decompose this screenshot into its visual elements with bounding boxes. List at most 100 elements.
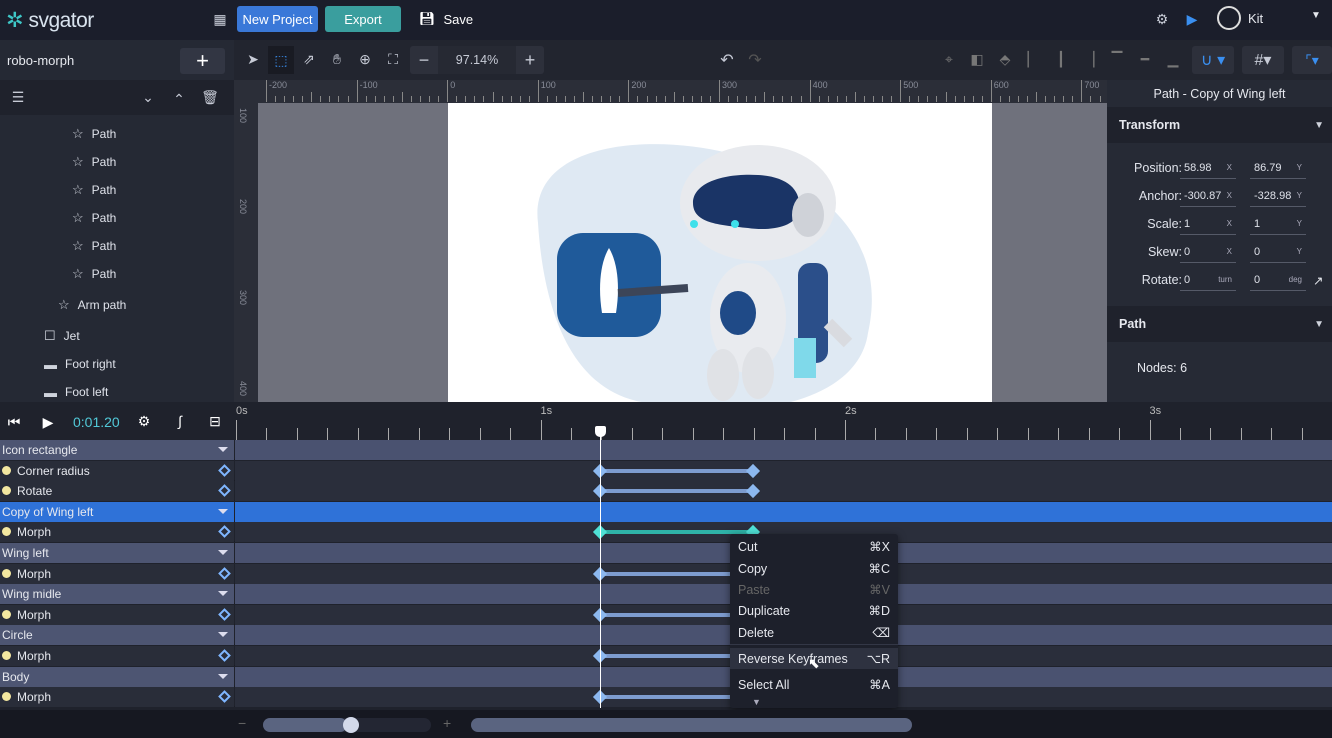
zoom-area-icon[interactable]: ⊕: [356, 51, 374, 68]
property-y-input[interactable]: -328.98 Y: [1250, 187, 1306, 207]
expand-caret-icon[interactable]: [218, 632, 228, 638]
align-top-icon[interactable]: ▔: [1110, 51, 1124, 68]
keyframe-transition-bar[interactable]: [600, 530, 753, 535]
expand-caret-icon[interactable]: [218, 550, 228, 555]
light-bulb-icon[interactable]: [2, 609, 11, 619]
light-bulb-icon[interactable]: [2, 692, 11, 702]
current-time[interactable]: 0:01.20: [73, 414, 120, 430]
timeline-zoom-slider[interactable]: [263, 717, 431, 733]
horizontal-scrollbar[interactable]: [471, 718, 912, 732]
skip-to-start-icon[interactable]: ⏮: [6, 414, 22, 431]
delete-trash-icon[interactable]: 🗑︎: [201, 89, 219, 106]
layer-item[interactable]: ☆ Path: [72, 176, 116, 204]
expand-up-icon[interactable]: ⌃: [171, 91, 187, 108]
timeline-property-row[interactable]: Morph: [0, 563, 1332, 584]
expand-caret-icon[interactable]: [218, 508, 228, 514]
layer-item[interactable]: ▬ Foot right: [44, 350, 116, 378]
slider-handle[interactable]: [342, 717, 359, 733]
node-select-icon[interactable]: ⬚: [268, 46, 294, 74]
align-vcenter-icon[interactable]: ━: [1138, 51, 1152, 68]
collapse-down-icon[interactable]: ⌄: [140, 89, 156, 106]
grid-icon[interactable]: #▾: [1242, 46, 1284, 74]
timeline-property-row[interactable]: Morph: [0, 604, 1332, 625]
settings-gear-icon[interactable]: ⚙: [1152, 9, 1172, 29]
preview-play-icon[interactable]: ▶: [1182, 9, 1202, 29]
layer-item[interactable]: ▬ Foot left: [44, 378, 108, 402]
align-bottom-icon[interactable]: ▁: [1166, 51, 1180, 68]
property-y-input[interactable]: 1Y: [1250, 215, 1306, 235]
menu-item-select-all[interactable]: Select All ⌘A: [730, 674, 898, 695]
save-button[interactable]: 💾︎ Save: [418, 6, 474, 32]
add-keyframe-diamond-icon[interactable]: [218, 463, 231, 477]
light-bulb-icon[interactable]: [2, 527, 11, 537]
property-x-input[interactable]: 1X: [1180, 215, 1236, 235]
property-x-input[interactable]: 58.98 X: [1180, 159, 1236, 179]
keyframe-transition-bar[interactable]: [600, 489, 753, 494]
select-arrow-icon[interactable]: ➤: [244, 51, 262, 68]
timeline-property-row[interactable]: Morph: [0, 687, 1332, 708]
timeline-group-row[interactable]: Icon rectangle: [0, 440, 1332, 460]
user-avatar[interactable]: [1217, 6, 1241, 30]
timeline-group-row[interactable]: Body: [0, 666, 1332, 687]
timeline-zoom-in-button[interactable]: +: [443, 715, 451, 731]
expand-caret-icon[interactable]: [218, 447, 228, 452]
timeline-property-row[interactable]: Morph: [0, 522, 1332, 543]
sort-layers-icon[interactable]: ☰: [10, 89, 26, 106]
timeline-zoom-out-button[interactable]: −: [238, 715, 246, 731]
hand-pan-icon[interactable]: ✋︎: [328, 51, 346, 68]
align-hcenter-icon[interactable]: ┃: [1054, 51, 1068, 68]
light-bulb-icon[interactable]: [2, 486, 11, 496]
layer-item[interactable]: ☆ Path: [72, 260, 116, 288]
zoom-in-button[interactable]: +: [516, 46, 544, 74]
menu-item-delete[interactable]: Delete ⌫: [730, 622, 898, 643]
keyframe-transition-bar[interactable]: [600, 468, 753, 473]
expand-caret-icon[interactable]: [218, 591, 228, 597]
playhead[interactable]: [595, 426, 607, 708]
time-ruler[interactable]: 0s 1s 2s 3s: [235, 402, 1332, 440]
property-y-input[interactable]: 0 deg: [1250, 271, 1306, 291]
transform-section-header[interactable]: Transform ▼: [1107, 107, 1332, 143]
timeline-group-row[interactable]: Copy of Wing left: [0, 501, 1332, 522]
export-button[interactable]: Export: [325, 6, 401, 32]
track[interactable]: [235, 460, 1332, 481]
menu-scroll-down-icon[interactable]: ▼: [752, 697, 761, 707]
canvas-area[interactable]: [258, 103, 1107, 402]
easing-curve-icon[interactable]: ∫: [172, 413, 188, 429]
layer-item[interactable]: ☆ Path: [72, 123, 116, 148]
light-bulb-icon[interactable]: [2, 568, 11, 578]
light-bulb-icon[interactable]: [2, 465, 11, 475]
zoom-level[interactable]: 97.14%: [438, 46, 516, 74]
add-keyframe-diamond-icon[interactable]: [218, 649, 231, 662]
user-menu-caret-icon[interactable]: ▼: [1311, 10, 1321, 21]
fit-screen-icon[interactable]: ⛶: [384, 51, 402, 68]
align-center-target-icon[interactable]: ⌖: [940, 51, 958, 68]
flip-vertical-icon[interactable]: ⬘: [996, 51, 1014, 68]
layer-item[interactable]: ☐ Jet: [44, 322, 80, 350]
path-section-header[interactable]: Path ▼: [1107, 306, 1332, 342]
play-icon[interactable]: ▶: [40, 414, 56, 431]
property-y-input[interactable]: 0Y: [1250, 243, 1306, 263]
artboard[interactable]: [448, 103, 992, 402]
zoom-out-button[interactable]: −: [410, 46, 438, 74]
layer-item[interactable]: ☆ Path: [72, 232, 116, 260]
apps-grid-icon[interactable]: ▦: [210, 10, 230, 28]
keyframe[interactable]: [745, 484, 760, 499]
motion-path-icon[interactable]: ↗: [1313, 273, 1323, 288]
timeline-property-row[interactable]: Morph: [0, 646, 1332, 666]
property-x-input[interactable]: 0X: [1180, 243, 1236, 263]
timeline-property-row[interactable]: Rotate: [0, 481, 1332, 502]
layer-item[interactable]: ☆ Arm path: [58, 291, 126, 319]
timeline-group-row[interactable]: Circle: [0, 625, 1332, 646]
collapse-caret-icon[interactable]: ▼: [1314, 120, 1324, 131]
property-x-input[interactable]: 0 turn: [1180, 271, 1236, 291]
layer-item[interactable]: ☆ Path: [72, 204, 116, 232]
flip-horizontal-icon[interactable]: ◧: [968, 51, 986, 68]
menu-item-cut[interactable]: Cut ⌘X: [730, 536, 898, 557]
undo-icon[interactable]: ↶: [718, 50, 736, 70]
align-right-icon[interactable]: ▕: [1082, 51, 1096, 68]
snap-magnet-icon[interactable]: ∪ ▾: [1192, 46, 1234, 74]
align-left-icon[interactable]: ▏: [1026, 51, 1040, 68]
timeline-group-row[interactable]: Wing left: [0, 543, 1332, 563]
track[interactable]: [235, 481, 1332, 502]
layer-item[interactable]: ☆ Path: [72, 148, 116, 176]
